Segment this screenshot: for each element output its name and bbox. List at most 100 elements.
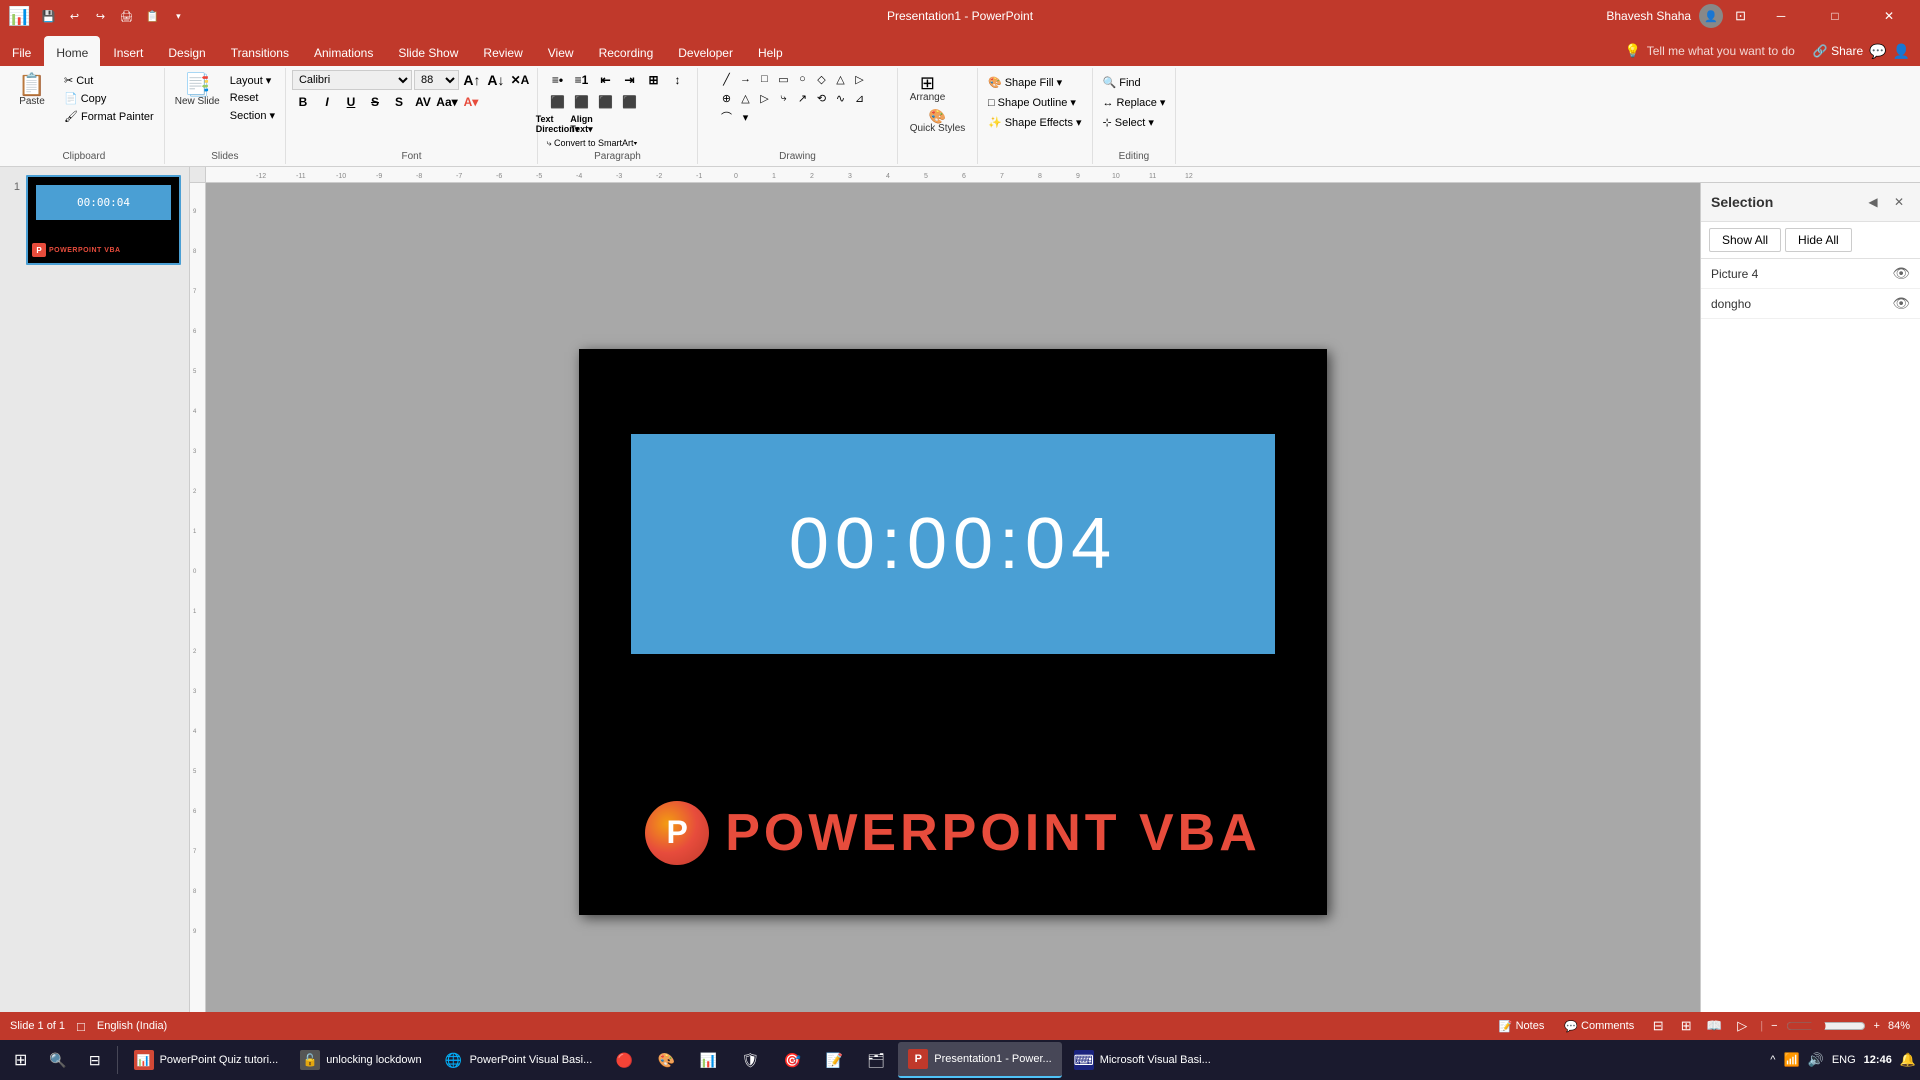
taskbar-app7[interactable]: 🛡 bbox=[730, 1042, 770, 1078]
shape-dropdown[interactable]: ▾ bbox=[736, 108, 754, 126]
align-text-button[interactable]: Align Text▾ bbox=[570, 114, 592, 134]
shape-s8[interactable]: ⌒ bbox=[717, 108, 735, 126]
tab-help[interactable]: Help bbox=[746, 36, 795, 66]
reading-view-button[interactable]: 📖 bbox=[1704, 1016, 1724, 1036]
arrange-button[interactable]: ⊞ Arrange bbox=[906, 72, 950, 105]
numbering-button[interactable]: ≡1 bbox=[570, 70, 592, 90]
shape-line[interactable]: ╱ bbox=[717, 70, 735, 88]
tab-insert[interactable]: Insert bbox=[101, 36, 155, 66]
list-item[interactable]: dongho 👁 bbox=[1701, 289, 1920, 319]
copy-button[interactable]: 📄 Copy bbox=[60, 90, 158, 107]
decrease-font-button[interactable]: A↓ bbox=[485, 70, 507, 90]
shadow-button[interactable]: S bbox=[388, 92, 410, 112]
user-avatar[interactable]: 👤 bbox=[1699, 4, 1723, 28]
increase-indent-button[interactable]: ⇥ bbox=[618, 70, 640, 90]
bullets-button[interactable]: ≡• bbox=[546, 70, 568, 90]
taskbar-unlocking-lockdown[interactable]: 🔓 unlocking lockdown bbox=[290, 1042, 431, 1078]
user-account-icon[interactable]: 👤 bbox=[1893, 43, 1910, 60]
tab-view[interactable]: View bbox=[536, 36, 586, 66]
search-button[interactable]: 🔍 bbox=[39, 1042, 76, 1078]
tab-animations[interactable]: Animations bbox=[302, 36, 385, 66]
tab-recording[interactable]: Recording bbox=[587, 36, 666, 66]
convert-smartart-button[interactable]: ⤷ Convert to SmartArt▾ bbox=[546, 138, 637, 149]
shape-diamond[interactable]: ◇ bbox=[812, 70, 830, 88]
new-slide-button[interactable]: 📑 New Slide bbox=[171, 72, 224, 109]
line-spacing-button[interactable]: ↕ bbox=[666, 70, 688, 90]
present-button[interactable]: 📋 bbox=[140, 4, 164, 28]
font-size-select[interactable]: 88 bbox=[414, 70, 459, 90]
item-2-eye-icon[interactable]: 👁 bbox=[1892, 295, 1910, 312]
language-indicator[interactable]: English (India) bbox=[97, 1020, 167, 1032]
italic-button[interactable]: I bbox=[316, 92, 338, 112]
item-1-eye-icon[interactable]: 👁 bbox=[1892, 265, 1910, 282]
justify-button[interactable]: ⬛ bbox=[618, 92, 640, 112]
tab-file[interactable]: File bbox=[0, 36, 43, 66]
select-button[interactable]: ⊹ Select ▾ bbox=[1099, 114, 1170, 131]
task-view-button[interactable]: ⊟ bbox=[79, 1042, 111, 1078]
format-painter-button[interactable]: 🖌 Format Painter bbox=[60, 108, 158, 125]
shape-rect2[interactable]: ▭ bbox=[774, 70, 792, 88]
taskbar-vba[interactable]: ⌨ Microsoft Visual Basi... bbox=[1064, 1042, 1221, 1078]
zoom-in-button[interactable]: + bbox=[1874, 1020, 1880, 1032]
char-spacing-button[interactable]: AV bbox=[412, 92, 434, 112]
layout-button[interactable]: Layout ▾ bbox=[226, 72, 279, 89]
section-button[interactable]: Section ▾ bbox=[226, 107, 279, 124]
comments-button[interactable]: 💬 Comments bbox=[1558, 1020, 1640, 1033]
align-left-button[interactable]: ⬛ bbox=[546, 92, 568, 112]
clock-widget[interactable]: 12:46 bbox=[1864, 1054, 1892, 1066]
align-right-button[interactable]: ⬛ bbox=[594, 92, 616, 112]
shape-s4[interactable]: ↗ bbox=[793, 89, 811, 107]
strikethrough-button[interactable]: S bbox=[364, 92, 386, 112]
normal-view-button[interactable]: ⊟ bbox=[1648, 1016, 1668, 1036]
shape-fill-button[interactable]: 🎨 Shape Fill ▾ bbox=[984, 74, 1086, 91]
shape-s6[interactable]: ∿ bbox=[831, 89, 849, 107]
tab-home[interactable]: Home bbox=[44, 36, 100, 66]
slide-sorter-button[interactable]: ⊞ bbox=[1676, 1016, 1696, 1036]
shape-rect[interactable]: □ bbox=[755, 70, 773, 88]
zoom-level[interactable]: 84% bbox=[1888, 1020, 1910, 1032]
notes-button[interactable]: 📝 Notes bbox=[1493, 1020, 1550, 1033]
minimize-button[interactable]: ─ bbox=[1758, 0, 1804, 32]
cut-button[interactable]: ✂ Cut bbox=[60, 72, 158, 89]
shape-s5[interactable]: ⟲ bbox=[812, 89, 830, 107]
lang-indicator[interactable]: ENG bbox=[1832, 1054, 1856, 1066]
tell-me-input[interactable]: Tell me what you want to do bbox=[1647, 44, 1795, 58]
taskbar-ppt-quiz[interactable]: 📊 PowerPoint Quiz tutori... bbox=[124, 1042, 289, 1078]
undo-button[interactable]: ↩ bbox=[62, 4, 86, 28]
show-all-button[interactable]: Show All bbox=[1709, 228, 1781, 252]
maximize-button[interactable]: □ bbox=[1812, 0, 1858, 32]
wifi-icon[interactable]: 📶 bbox=[1783, 1052, 1799, 1068]
start-button[interactable]: ⊞ bbox=[4, 1042, 37, 1078]
taskbar-app8[interactable]: 🎯 bbox=[772, 1042, 812, 1078]
share-button[interactable]: 🔗 Share bbox=[1813, 44, 1863, 58]
shape-s1[interactable]: △ bbox=[736, 89, 754, 107]
ribbon-display-btn[interactable]: ⊡ bbox=[1731, 8, 1750, 24]
font-name-select[interactable]: Calibri bbox=[292, 70, 412, 90]
shape-arrow[interactable]: → bbox=[736, 70, 754, 88]
shape-s7[interactable]: ⊿ bbox=[850, 89, 868, 107]
notifications-icon[interactable]: 🔔 bbox=[1900, 1052, 1916, 1068]
find-button[interactable]: 🔍 Find bbox=[1099, 74, 1170, 91]
timer-box[interactable]: 00:00:04 bbox=[631, 434, 1275, 654]
panel-collapse-button[interactable]: ◀ bbox=[1862, 191, 1884, 213]
underline-button[interactable]: U bbox=[340, 92, 362, 112]
shape-outline-button[interactable]: □ Shape Outline ▾ bbox=[984, 94, 1086, 111]
change-case-button[interactable]: Aa▾ bbox=[436, 92, 458, 112]
tab-design[interactable]: Design bbox=[156, 36, 217, 66]
close-button[interactable]: ✕ bbox=[1866, 0, 1912, 32]
slide-view-icon[interactable]: □ bbox=[77, 1019, 85, 1034]
font-color-button[interactable]: A▾ bbox=[460, 92, 482, 112]
zoom-slider[interactable] bbox=[1786, 1018, 1866, 1034]
comments-icon[interactable]: 💬 bbox=[1869, 43, 1886, 60]
paste-button[interactable]: 📋 Paste bbox=[10, 72, 54, 109]
bold-button[interactable]: B bbox=[292, 92, 314, 112]
slide-show-button[interactable]: ▷ bbox=[1732, 1016, 1752, 1036]
replace-button[interactable]: ↔ Replace ▾ bbox=[1099, 94, 1170, 111]
redo-button[interactable]: ↪ bbox=[88, 4, 112, 28]
slide-thumbnail[interactable]: 00:00:04 P POWERPOINT VBA bbox=[26, 175, 181, 265]
taskbar-app9[interactable]: 📝 bbox=[814, 1042, 854, 1078]
shape-effects-button[interactable]: ✨ Shape Effects ▾ bbox=[984, 114, 1086, 131]
shape-oval[interactable]: ○ bbox=[793, 70, 811, 88]
qa-dropdown[interactable]: ▾ bbox=[166, 4, 190, 28]
tab-review[interactable]: Review bbox=[471, 36, 534, 66]
